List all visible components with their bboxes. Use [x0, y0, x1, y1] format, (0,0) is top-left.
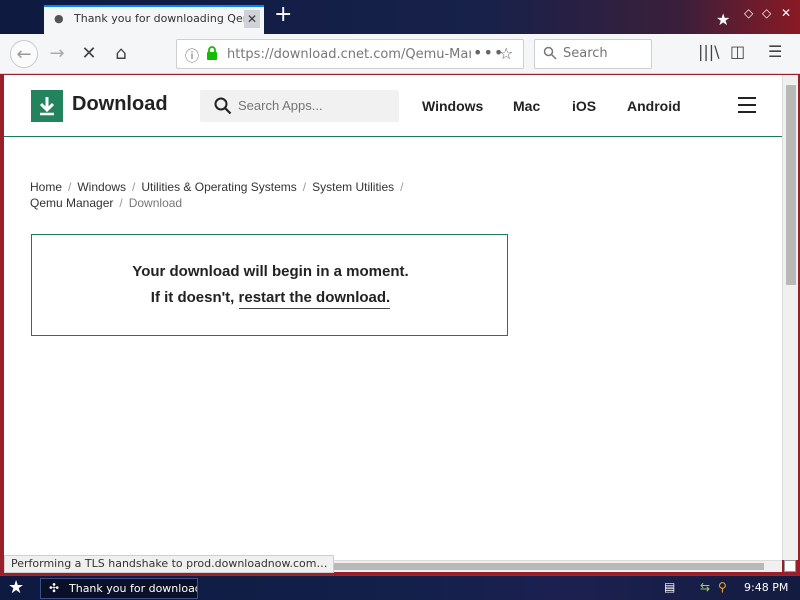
web-page: Download Windows Mac iOS Android Home/Wi…: [4, 75, 782, 560]
info-icon[interactable]: ⓘ: [185, 46, 199, 66]
site-header: Download Windows Mac iOS Android: [4, 75, 782, 137]
site-search-box[interactable]: [200, 90, 399, 122]
taskbar-window-button[interactable]: ✣ Thank you for downloading Qemu Manager: [40, 578, 198, 599]
url-text[interactable]: https://download.cnet.com/Qemu-Manager/3…: [227, 47, 471, 62]
address-bar[interactable]: ⓘ https://download.cnet.com/Qemu-Manager…: [176, 39, 524, 69]
dot-icon: ●: [54, 12, 64, 25]
site-search-input[interactable]: [238, 98, 388, 113]
vertical-scrollbar-thumb[interactable]: [786, 85, 796, 285]
back-button[interactable]: ←: [10, 40, 38, 68]
maximize-icon[interactable]: ◇: [762, 6, 771, 20]
download-message-box: Your download will begin in a moment. If…: [31, 234, 508, 336]
browser-search-input[interactable]: [563, 46, 649, 61]
app-icon: ✣: [49, 581, 60, 595]
browser-tab[interactable]: ● Thank you for downloading Qemu Manager…: [44, 5, 264, 34]
bookmark-star-icon[interactable]: ☆: [499, 44, 513, 63]
breadcrumb: Home / Windows / Utilities & Operating Syste…: [30, 180, 404, 210]
scroll-corner: [784, 560, 796, 572]
menu-icon[interactable]: ☰: [768, 42, 782, 61]
taskbar-window-title: Thank you for downloading Qemu Manager: [69, 582, 197, 595]
nav-ios[interactable]: iOS: [572, 98, 596, 114]
sidebar-icon[interactable]: ◫: [730, 42, 745, 61]
new-tab-button[interactable]: +: [274, 2, 292, 28]
keyboard-icon[interactable]: ▤: [664, 580, 675, 594]
status-text: Performing a TLS handshake to prod.downl…: [4, 555, 335, 573]
nav-android[interactable]: Android: [627, 98, 681, 114]
search-icon: [214, 97, 232, 115]
lock-icon: [207, 46, 217, 60]
clock[interactable]: 9:48 PM: [744, 581, 788, 594]
close-window-icon[interactable]: ✕: [781, 6, 791, 20]
library-icon[interactable]: |||\: [698, 42, 720, 61]
download-message: Your download will begin in a moment.: [132, 263, 409, 280]
site-logo-text[interactable]: Download: [72, 93, 168, 116]
taskbar: ★ ✣ Thank you for downloading Qemu Manag…: [0, 575, 800, 600]
navigation-toolbar: ← → ✕ ⌂ ⓘ https://download.cnet.com/Qemu…: [0, 34, 800, 74]
browser-search-bar[interactable]: [534, 39, 652, 69]
network-icon[interactable]: ⇆: [700, 580, 710, 594]
download-logo-icon[interactable]: [31, 90, 63, 122]
nav-windows[interactable]: Windows: [422, 98, 483, 114]
vertical-scrollbar[interactable]: [782, 75, 798, 560]
breadcrumb-utilities[interactable]: Utilities & Operating Systems: [141, 180, 296, 194]
star-icon: ★: [716, 10, 731, 29]
fallback-prefix: If it doesn't,: [150, 289, 239, 306]
stop-button[interactable]: ✕: [75, 40, 103, 68]
breadcrumb-windows[interactable]: Windows: [77, 180, 126, 194]
search-icon: [543, 46, 557, 60]
breadcrumb-qemu-manager[interactable]: Qemu Manager: [30, 196, 113, 210]
tab-strip: ● Thank you for downloading Qemu Manager…: [0, 0, 800, 34]
tab-title: Thank you for downloading Qemu Manager: [74, 12, 250, 25]
breadcrumb-home[interactable]: Home: [30, 180, 62, 194]
nav-mac[interactable]: Mac: [513, 98, 540, 114]
start-star-icon[interactable]: ★: [8, 577, 24, 598]
tab-close-button[interactable]: ✕: [244, 10, 260, 28]
forward-button[interactable]: →: [43, 40, 71, 68]
minimize-icon[interactable]: ◇: [744, 6, 753, 20]
download-fallback-line: If it doesn't, restart the download.: [32, 289, 509, 309]
hamburger-menu-icon[interactable]: [738, 97, 756, 113]
search-tray-icon[interactable]: ⚲: [718, 580, 727, 594]
breadcrumb-system-utilities[interactable]: System Utilities: [312, 180, 394, 194]
horizontal-scrollbar-thumb[interactable]: [294, 563, 764, 570]
breadcrumb-current: Download: [128, 196, 183, 210]
restart-download-link[interactable]: restart the download.: [238, 289, 391, 309]
home-button[interactable]: ⌂: [107, 40, 135, 68]
